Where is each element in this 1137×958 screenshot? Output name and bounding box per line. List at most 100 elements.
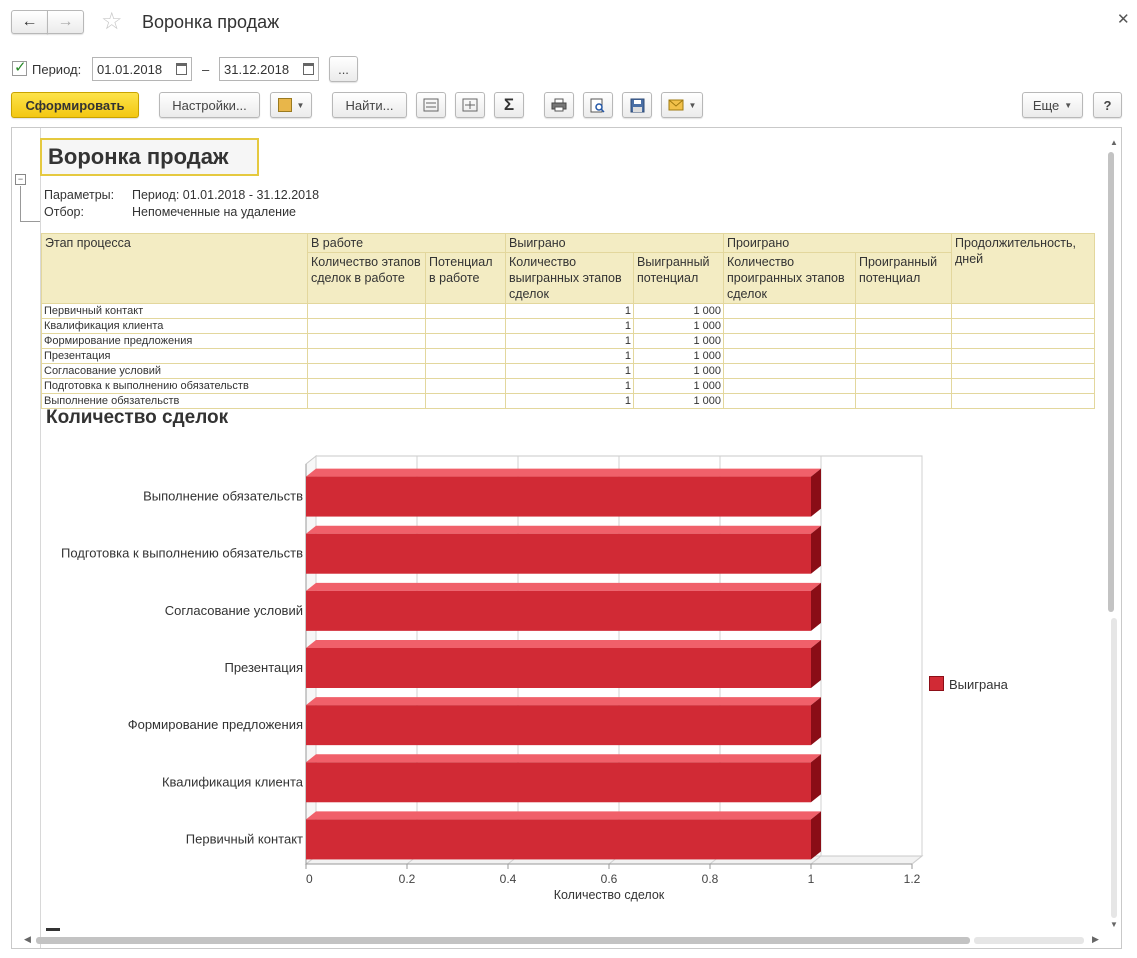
calendar-icon[interactable] (176, 63, 187, 75)
header-won-potential[interactable]: Выигранный потенциал (633, 252, 724, 304)
variants-button[interactable]: ▼ (270, 92, 312, 118)
calendar-icon[interactable] (303, 63, 314, 75)
table-cell-lost-potential[interactable] (854, 348, 953, 364)
save-button[interactable] (622, 92, 652, 118)
table-cell-in-work-count[interactable] (307, 333, 426, 349)
sum-button[interactable]: Σ (494, 92, 524, 118)
table-row[interactable]: Презентация 1 1 000 (41, 348, 1096, 364)
date-to-field[interactable]: 31.12.2018 (219, 57, 319, 81)
table-cell-won-count[interactable]: 1 (505, 318, 634, 334)
table-cell-lost-count[interactable] (723, 363, 856, 379)
table-cell-won-potential[interactable]: 1 000 (633, 378, 724, 394)
table-row[interactable]: Формирование предложения 1 1 000 (41, 333, 1096, 349)
table-cell-lost-count[interactable] (723, 333, 856, 349)
table-cell-stage[interactable]: Презентация (41, 348, 308, 364)
horizontal-scroll-track[interactable] (974, 937, 1084, 944)
table-row[interactable]: Подготовка к выполнению обязательств 1 1 0… (41, 378, 1096, 394)
table-cell-won-count[interactable]: 1 (505, 303, 634, 319)
table-cell-in-work-count[interactable] (307, 378, 426, 394)
star-icon[interactable]: ☆ (101, 8, 123, 36)
table-cell-in-work-count[interactable] (307, 348, 426, 364)
table-cell-in-work-potential[interactable] (425, 303, 506, 319)
table-cell-in-work-potential[interactable] (425, 348, 506, 364)
collapse-groups-button[interactable] (455, 92, 485, 118)
table-cell-lost-count[interactable] (723, 348, 856, 364)
table-cell-in-work-potential[interactable] (425, 378, 506, 394)
table-cell-in-work-count[interactable] (307, 393, 426, 409)
header-in-work[interactable]: В работе (307, 233, 506, 253)
table-cell-duration[interactable] (951, 348, 1096, 364)
email-button[interactable]: ▼ (661, 92, 703, 118)
period-select-button[interactable]: ... (329, 56, 358, 82)
table-cell-lost-potential[interactable] (854, 363, 953, 379)
table-cell-stage[interactable]: Формирование предложения (41, 333, 308, 349)
vertical-scroll-thumb[interactable] (1108, 152, 1114, 612)
table-cell-won-count[interactable]: 1 (505, 333, 634, 349)
find-button[interactable]: Найти... (332, 92, 407, 118)
table-cell-lost-potential[interactable] (854, 333, 953, 349)
table-cell-duration[interactable] (951, 318, 1096, 334)
table-cell-in-work-potential[interactable] (425, 318, 506, 334)
date-from-field[interactable]: 01.01.2018 (92, 57, 192, 81)
table-cell-duration[interactable] (951, 378, 1096, 394)
table-cell-lost-potential[interactable] (854, 393, 953, 409)
table-cell-lost-count[interactable] (723, 393, 856, 409)
table-cell-in-work-potential[interactable] (425, 333, 506, 349)
back-button[interactable]: ← (11, 10, 48, 34)
collapse-icon[interactable]: − (15, 174, 26, 185)
header-in-work-count[interactable]: Количество этапов сделок в работе (307, 252, 426, 304)
table-cell-lost-count[interactable] (723, 318, 856, 334)
table-cell-in-work-count[interactable] (307, 318, 426, 334)
table-cell-in-work-count[interactable] (307, 303, 426, 319)
table-row[interactable]: Квалификация клиента 1 1 000 (41, 318, 1096, 334)
table-cell-won-count[interactable]: 1 (505, 393, 634, 409)
header-in-work-potential[interactable]: Потенциал в работе (425, 252, 506, 304)
table-cell-in-work-potential[interactable] (425, 363, 506, 379)
table-cell-duration[interactable] (951, 303, 1096, 319)
report-area[interactable]: − Воронка продаж Параметры: Период: 01.0… (11, 127, 1122, 949)
period-checkbox[interactable]: ✓ (12, 59, 27, 76)
scroll-up-arrow[interactable]: ▲ (1110, 138, 1118, 147)
settings-button[interactable]: Настройки... (159, 92, 260, 118)
table-cell-lost-potential[interactable] (854, 318, 953, 334)
table-cell-in-work-count[interactable] (307, 363, 426, 379)
print-button[interactable] (544, 92, 574, 118)
table-cell-lost-potential[interactable] (854, 303, 953, 319)
scroll-left-arrow[interactable]: ◀ (24, 934, 31, 945)
table-cell-lost-count[interactable] (723, 303, 856, 319)
table-cell-won-potential[interactable]: 1 000 (633, 318, 724, 334)
header-stage[interactable]: Этап процесса (41, 233, 308, 304)
vertical-scroll-track[interactable] (1111, 618, 1117, 918)
vertical-scrollbar[interactable]: ▲ ▼ (1108, 138, 1119, 930)
scroll-right-arrow[interactable]: ▶ (1092, 934, 1099, 945)
header-won[interactable]: Выиграно (505, 233, 724, 253)
table-cell-lost-potential[interactable] (854, 378, 953, 394)
header-won-count[interactable]: Количество выигранных этапов сделок (505, 252, 634, 304)
table-row[interactable]: Согласование условий 1 1 000 (41, 363, 1096, 379)
table-cell-lost-count[interactable] (723, 378, 856, 394)
table-cell-won-potential[interactable]: 1 000 (633, 303, 724, 319)
table-cell-won-potential[interactable]: 1 000 (633, 363, 724, 379)
table-cell-won-count[interactable]: 1 (505, 378, 634, 394)
table-cell-stage[interactable]: Первичный контакт (41, 303, 308, 319)
table-cell-duration[interactable] (951, 333, 1096, 349)
header-duration[interactable]: Продолжительность, дней (951, 233, 1096, 304)
table-cell-duration[interactable] (951, 363, 1096, 379)
table-cell-won-count[interactable]: 1 (505, 348, 634, 364)
table-cell-won-count[interactable]: 1 (505, 363, 634, 379)
table-cell-stage[interactable]: Квалификация клиента (41, 318, 308, 334)
header-lost-count[interactable]: Количество проигранных этапов сделок (723, 252, 856, 304)
horizontal-scrollbar[interactable]: ◀ ▶ (24, 934, 1104, 946)
expand-groups-button[interactable] (416, 92, 446, 118)
table-row[interactable]: Первичный контакт 1 1 000 (41, 303, 1096, 319)
close-icon[interactable]: ✕ (1117, 10, 1130, 28)
horizontal-scroll-thumb[interactable] (36, 937, 970, 944)
table-cell-duration[interactable] (951, 393, 1096, 409)
table-cell-in-work-potential[interactable] (425, 393, 506, 409)
header-lost[interactable]: Проиграно (722, 233, 953, 253)
more-button[interactable]: Еще ▼ (1022, 92, 1083, 118)
scroll-down-arrow[interactable]: ▼ (1110, 920, 1118, 929)
table-cell-won-potential[interactable]: 1 000 (633, 348, 724, 364)
help-button[interactable]: ? (1093, 92, 1122, 118)
header-lost-potential[interactable]: Проигранный потенциал (854, 252, 953, 304)
